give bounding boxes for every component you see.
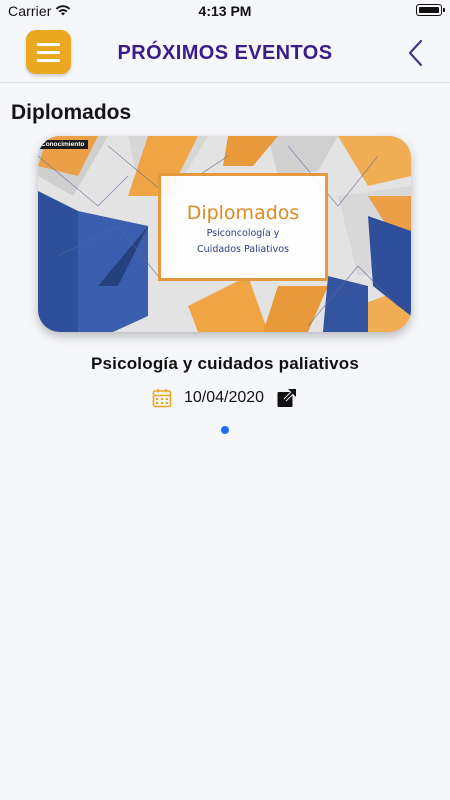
event-date-row: 10/04/2020: [0, 386, 450, 410]
back-button[interactable]: [404, 38, 428, 68]
image-tag: Conocimiento: [38, 140, 89, 149]
page-title: PRÓXIMOS EVENTOS: [117, 42, 333, 64]
section-title: Diplomados: [11, 101, 132, 124]
pagination-dot-active[interactable]: [221, 426, 229, 434]
event-date: 10/04/2020: [183, 389, 265, 406]
app-header: PRÓXIMOS EVENTOS: [0, 24, 450, 83]
status-bar: Carrier 4:13 PM: [0, 0, 450, 24]
banner-subtitle-line1: Psiconcología y: [206, 228, 280, 239]
battery-icon: [416, 4, 445, 16]
event-banner-image[interactable]: Conocimiento Diplomados Psiconcología y …: [38, 136, 411, 332]
external-link-icon[interactable]: [276, 387, 298, 409]
banner-text-box: Diplomados Psiconcología y Cuidados Pali…: [158, 173, 328, 281]
calendar-icon: [152, 389, 172, 408]
clock: 4:13 PM: [198, 3, 252, 19]
banner-title: Diplomados: [186, 202, 300, 224]
chevron-left-icon: [408, 39, 423, 67]
banner-subtitle-line2: Cuidados Paliativos: [197, 244, 289, 255]
event-name: Psicología y cuidados paliativos: [90, 354, 360, 373]
